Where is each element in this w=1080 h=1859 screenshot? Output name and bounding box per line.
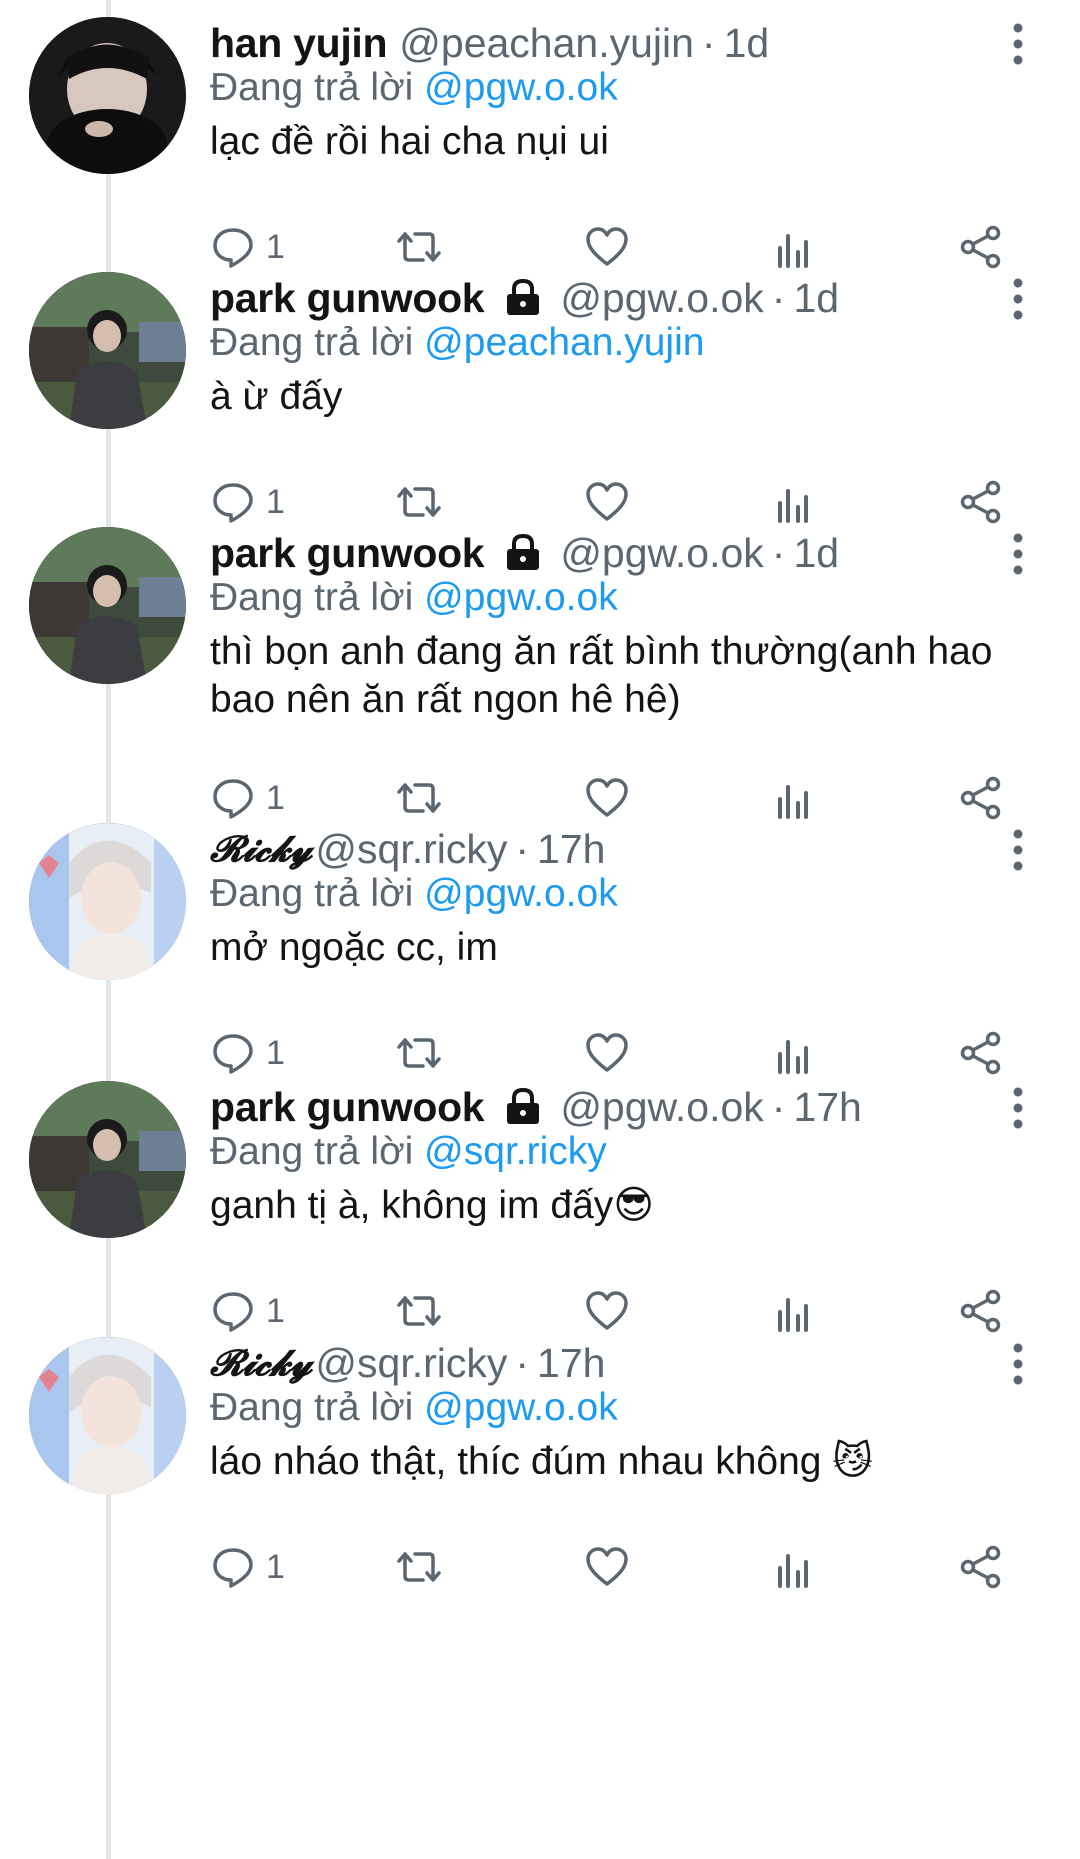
tweet[interactable]: 𝓡𝓲𝓬𝓴𝔂 @sqr.ricky · 17h Đang trả lời @pgw… xyxy=(0,806,1080,1106)
avatar-dark-hooded-girl xyxy=(29,17,186,174)
action-bar: 1 xyxy=(210,1542,1030,1592)
tweet-header: park gunwook @pgw.o.ok · 1d xyxy=(210,273,839,323)
lock-icon xyxy=(507,278,540,315)
reply-button[interactable]: 1 xyxy=(210,1542,285,1592)
replying-to: Đang trả lời @sqr.ricky xyxy=(210,1130,607,1174)
replying-to-label: Đang trả lời xyxy=(210,66,414,109)
tweet-text: láo nháo thật, thíc đúm nhau không 😼 xyxy=(210,1440,873,1483)
timestamp[interactable]: 1d xyxy=(724,20,770,67)
share-icon xyxy=(960,1545,1001,1589)
mention-link[interactable]: @pgw.o.ok xyxy=(424,872,618,915)
mention-link[interactable]: @pgw.o.ok xyxy=(424,66,618,109)
replying-to: Đang trả lời @pgw.o.ok xyxy=(210,66,618,110)
replying-to-label: Đang trả lời xyxy=(210,576,414,619)
more-vertical-icon[interactable] xyxy=(1008,532,1028,576)
tweet-header: han yujin @peachan.yujin · 1d xyxy=(210,18,769,68)
tweet-text: thì bọn anh đang ăn rất bình thường(anh … xyxy=(210,630,993,721)
timestamp[interactable]: 17h xyxy=(537,826,605,873)
tweet-header: park gunwook @pgw.o.ok · 17h xyxy=(210,1082,862,1132)
reply-count: 1 xyxy=(266,1547,285,1586)
avatar[interactable] xyxy=(29,527,186,684)
avatar[interactable] xyxy=(29,1337,186,1494)
retweet-icon xyxy=(397,1552,441,1582)
display-name[interactable]: park gunwook xyxy=(210,530,485,577)
lock-icon xyxy=(507,533,540,570)
lock-icon xyxy=(507,1087,540,1124)
display-name[interactable]: park gunwook xyxy=(210,1084,485,1131)
user-handle[interactable]: @pgw.o.ok xyxy=(560,530,763,577)
user-handle[interactable]: @sqr.ricky xyxy=(315,826,507,873)
heart-icon xyxy=(586,1547,628,1586)
avatar-blond-boy xyxy=(29,1337,186,1494)
tweet[interactable]: 𝓡𝓲𝓬𝓴𝔂 @sqr.ricky · 17h Đang trả lời @pgw… xyxy=(0,1320,1080,1620)
user-handle[interactable]: @peachan.yujin xyxy=(399,20,694,67)
mention-link[interactable]: @sqr.ricky xyxy=(424,1130,607,1173)
separator-dot: · xyxy=(771,1083,786,1130)
tweet-header: 𝓡𝓲𝓬𝓴𝔂 @sqr.ricky · 17h xyxy=(210,824,605,874)
display-name[interactable]: 𝓡𝓲𝓬𝓴𝔂 xyxy=(210,828,312,871)
avatar[interactable] xyxy=(29,272,186,429)
more-vertical-icon[interactable] xyxy=(1008,277,1028,321)
avatar-blond-boy xyxy=(29,823,186,980)
replying-to: Đang trả lời @pgw.o.ok xyxy=(210,576,618,620)
user-handle[interactable]: @pgw.o.ok xyxy=(560,275,763,322)
tweet-text: ganh tị à, không im đấy😎 xyxy=(210,1184,654,1227)
separator-dot: · xyxy=(771,274,786,321)
mention-link[interactable]: @peachan.yujin xyxy=(424,321,704,364)
display-name[interactable]: han yujin xyxy=(210,20,388,67)
timestamp[interactable]: 1d xyxy=(793,275,839,322)
more-vertical-icon[interactable] xyxy=(1008,828,1028,872)
views-button[interactable] xyxy=(770,1542,816,1592)
mention-link[interactable]: @pgw.o.ok xyxy=(424,576,618,619)
views-icon xyxy=(778,1554,808,1588)
tweet-header: park gunwook @pgw.o.ok · 1d xyxy=(210,528,839,578)
retweet-button[interactable] xyxy=(396,1542,442,1592)
separator-dot: · xyxy=(515,1339,530,1386)
replying-to: Đang trả lời @pgw.o.ok xyxy=(210,872,618,916)
replying-to-label: Đang trả lời xyxy=(210,872,414,915)
tweet-text: mở ngoặc cc, im xyxy=(210,926,498,969)
separator-dot: · xyxy=(515,825,530,872)
tweet-header: 𝓡𝓲𝓬𝓴𝔂 @sqr.ricky · 17h xyxy=(210,1338,605,1388)
timestamp[interactable]: 17h xyxy=(537,1340,605,1387)
user-handle[interactable]: @pgw.o.ok xyxy=(560,1084,763,1131)
mention-link[interactable]: @pgw.o.ok xyxy=(424,1386,618,1429)
display-name[interactable]: park gunwook xyxy=(210,275,485,322)
avatar-boy-outdoor xyxy=(29,272,186,429)
avatar[interactable] xyxy=(29,823,186,980)
more-vertical-icon[interactable] xyxy=(1008,22,1028,66)
replying-to-label: Đang trả lời xyxy=(210,321,414,364)
reply-icon xyxy=(213,1548,253,1588)
more-vertical-icon[interactable] xyxy=(1008,1086,1028,1130)
avatar-boy-outdoor xyxy=(29,527,186,684)
separator-dot: · xyxy=(771,529,786,576)
user-handle[interactable]: @sqr.ricky xyxy=(315,1340,507,1387)
separator-dot: · xyxy=(701,19,716,66)
share-button[interactable] xyxy=(958,1542,1004,1592)
tweet-text: à ừ đấy xyxy=(210,375,343,418)
more-vertical-icon[interactable] xyxy=(1008,1342,1028,1386)
timestamp[interactable]: 17h xyxy=(793,1084,861,1131)
timestamp[interactable]: 1d xyxy=(793,530,839,577)
replying-to: Đang trả lời @peachan.yujin xyxy=(210,321,704,365)
display-name[interactable]: 𝓡𝓲𝓬𝓴𝔂 xyxy=(210,1342,312,1385)
tweet[interactable]: park gunwook @pgw.o.ok · 1d Đang trả lời… xyxy=(0,510,1080,820)
replying-to-label: Đang trả lời xyxy=(210,1130,414,1173)
like-button[interactable] xyxy=(584,1542,630,1592)
avatar[interactable] xyxy=(29,17,186,174)
avatar-boy-outdoor xyxy=(29,1081,186,1238)
replying-to: Đang trả lời @pgw.o.ok xyxy=(210,1386,618,1430)
replying-to-label: Đang trả lời xyxy=(210,1386,414,1429)
tweet[interactable]: park gunwook @pgw.o.ok · 17h Đang trả lờ… xyxy=(0,1064,1080,1364)
tweet-text: lạc đề rồi hai cha nụi ui xyxy=(210,120,609,163)
avatar[interactable] xyxy=(29,1081,186,1238)
